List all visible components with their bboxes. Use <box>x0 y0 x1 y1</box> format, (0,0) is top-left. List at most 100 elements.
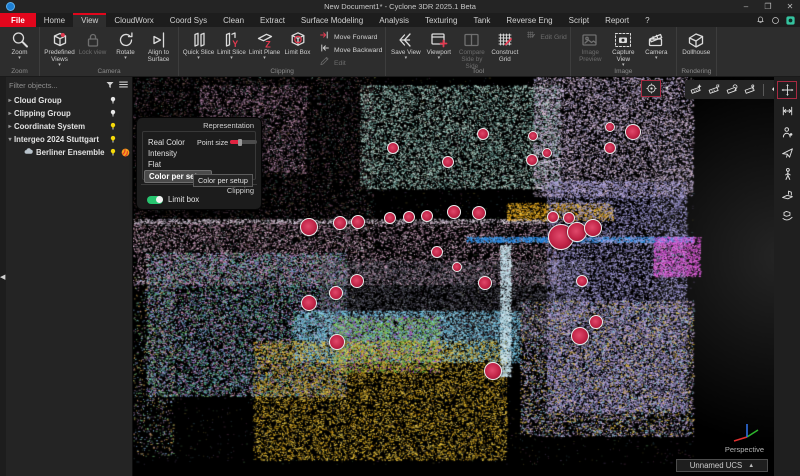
tree-expand-icon[interactable]: ▸ <box>6 123 14 130</box>
grab-cube-icon[interactable] <box>777 207 797 225</box>
dropdown-caret-icon: ▾ <box>438 56 441 60</box>
visibility-bulb-icon[interactable] <box>107 147 119 158</box>
ribbon-button-limit-plane[interactable]: ZLimit Plane▾ <box>248 29 281 60</box>
scan-position-marker[interactable] <box>384 212 396 224</box>
visibility-bulb-icon[interactable] <box>107 121 119 132</box>
menu-tab-analysis[interactable]: Analysis <box>371 13 417 27</box>
status-ring-icon[interactable] <box>770 15 781 26</box>
scan-position-marker[interactable] <box>604 142 616 154</box>
ribbon-button-quick-slice[interactable]: Quick Slice▾ <box>182 29 215 60</box>
ribbon-button-zoom[interactable]: Zoom▾ <box>3 29 36 60</box>
scan-position-marker[interactable] <box>329 286 343 300</box>
funnel-icon[interactable] <box>105 77 115 95</box>
ribbon-button-construct-grid[interactable]: Construct Grid <box>488 29 521 63</box>
menu-tab-reverse-eng[interactable]: Reverse Eng <box>498 13 560 27</box>
scan-position-marker[interactable] <box>351 215 365 229</box>
scan-position-marker[interactable] <box>589 315 603 329</box>
ribbon-button-align-to-surface[interactable]: Align to Surface <box>142 29 175 63</box>
measure-add-icon[interactable] <box>689 83 704 96</box>
walk-mode-icon[interactable] <box>777 165 797 183</box>
scan-position-marker[interactable] <box>350 274 364 288</box>
projection-label[interactable]: Perspective <box>725 445 764 454</box>
scan-position-marker[interactable] <box>333 216 347 230</box>
menu-tab--[interactable]: ? <box>637 13 657 27</box>
point-size-slider-knob[interactable] <box>238 139 242 146</box>
ribbon-button-save-view[interactable]: Save View▾ <box>389 29 422 60</box>
menu-tab-surface-modeling[interactable]: Surface Modeling <box>293 13 371 27</box>
scan-position-marker[interactable] <box>584 219 602 237</box>
menu-tab-extract[interactable]: Extract <box>252 13 293 27</box>
minimize-button[interactable]: – <box>740 0 752 13</box>
scan-position-marker[interactable] <box>478 276 492 290</box>
limit-box-toggle[interactable] <box>147 196 163 204</box>
rep-option-flat[interactable]: Flat <box>144 159 165 170</box>
visibility-bulb-icon[interactable] <box>107 108 119 119</box>
measure-curve-icon[interactable] <box>725 83 740 96</box>
rep-option-real-color[interactable]: Real Color <box>144 137 189 148</box>
scan-position-marker[interactable] <box>605 122 615 132</box>
view-settings-caret-icon[interactable]: ▼ <box>661 86 673 92</box>
scan-position-marker[interactable] <box>526 154 538 166</box>
menu-tab-file[interactable]: File <box>0 13 36 27</box>
bell-icon[interactable] <box>755 15 766 26</box>
menu-tab-view[interactable]: View <box>73 13 106 27</box>
menu-tab-clean[interactable]: Clean <box>215 13 252 27</box>
image-preview-icon <box>580 30 600 49</box>
scan-position-marker[interactable] <box>442 156 454 168</box>
ribbon-button-limit-box[interactable]: Limit Box <box>281 29 314 56</box>
fly-mode-icon[interactable] <box>777 144 797 162</box>
tree-expand-icon[interactable]: ▸ <box>6 97 14 104</box>
menu-tab-cloudworx[interactable]: CloudWorx <box>106 13 161 27</box>
menu-tab-report[interactable]: Report <box>597 13 637 27</box>
scan-position-marker[interactable] <box>576 275 588 287</box>
scan-position-marker[interactable] <box>301 295 317 311</box>
view-settings-eye-button[interactable] <box>641 80 661 97</box>
tree-item-clipping-group[interactable]: ▸Clipping Group <box>6 107 132 120</box>
pan-3d-icon[interactable] <box>777 81 797 99</box>
maximize-button[interactable]: ❐ <box>762 0 774 13</box>
visibility-bulb-icon[interactable] <box>107 95 119 106</box>
scan-position-marker[interactable] <box>329 334 345 350</box>
tree-expand-icon[interactable]: ▾ <box>6 136 14 143</box>
tree-item-coordinate-system[interactable]: ▸Coordinate System <box>6 120 132 133</box>
align-surface-icon <box>149 30 169 49</box>
ribbon-button-rotate[interactable]: Rotate▾ <box>109 29 142 60</box>
ucs-plane-icon[interactable] <box>777 186 797 204</box>
ribbon-button-camera[interactable]: Camera▾ <box>640 29 673 60</box>
measure-distance-icon[interactable] <box>777 102 797 120</box>
tree-item-berliner-ensemble-rtc360[interactable]: Berliner Ensemble RTC360 <box>6 146 132 159</box>
scan-position-marker[interactable] <box>542 148 552 158</box>
menu-tab-home[interactable]: Home <box>36 13 73 27</box>
scan-position-marker[interactable] <box>571 327 589 345</box>
color-per-setup-dot-icon[interactable] <box>119 147 132 158</box>
hamburger-icon[interactable] <box>118 77 129 95</box>
close-button[interactable]: ✕ <box>784 0 796 13</box>
menu-tab-coord-sys[interactable]: Coord Sys <box>162 13 215 27</box>
menu-tab-script[interactable]: Script <box>561 13 597 27</box>
ribbon-button-capture-view[interactable]: Capture View▾ <box>607 29 640 67</box>
point-size-slider[interactable] <box>230 140 257 144</box>
ribbon-button-viewport[interactable]: Viewport▾ <box>422 29 455 60</box>
teal-app-icon[interactable] <box>785 15 796 26</box>
scan-position-marker[interactable] <box>447 205 461 219</box>
ribbon-button-limit-slice[interactable]: YLimit Slice▾ <box>215 29 248 60</box>
menu-tab-texturing[interactable]: Texturing <box>417 13 465 27</box>
ucs-selector-button[interactable]: Unnamed UCS ▲ <box>676 459 768 472</box>
scan-position-marker[interactable] <box>300 218 318 236</box>
tree-item-intergeo-2024-stuttgart[interactable]: ▾Intergeo 2024 Stuttgart <box>6 133 132 146</box>
tree-item-cloud-group[interactable]: ▸Cloud Group <box>6 94 132 107</box>
tree-expand-icon[interactable]: ▸ <box>6 110 14 117</box>
ribbon-button-dollhouse[interactable]: Dollhouse <box>680 29 713 56</box>
menu-tab-tank[interactable]: Tank <box>465 13 498 27</box>
panel-collapse-arrow-icon[interactable]: ◀ <box>0 273 5 281</box>
scan-position-marker[interactable] <box>421 210 433 222</box>
filter-objects-input[interactable]: Filter objects... <box>6 81 105 90</box>
measure-label-icon[interactable] <box>743 83 758 96</box>
ribbon-group-label: Clipping <box>179 67 385 76</box>
examiner-mode-icon[interactable] <box>777 123 797 141</box>
rep-option-intensity[interactable]: Intensity <box>144 148 181 159</box>
viewport-3d[interactable]: Representation Real ColorIntensityFlatCo… <box>133 77 800 476</box>
ribbon-button-predefined-views[interactable]: Predefined Views▾ <box>43 29 76 67</box>
visibility-bulb-icon[interactable] <box>107 134 119 145</box>
measure-flag-icon[interactable] <box>707 83 722 96</box>
